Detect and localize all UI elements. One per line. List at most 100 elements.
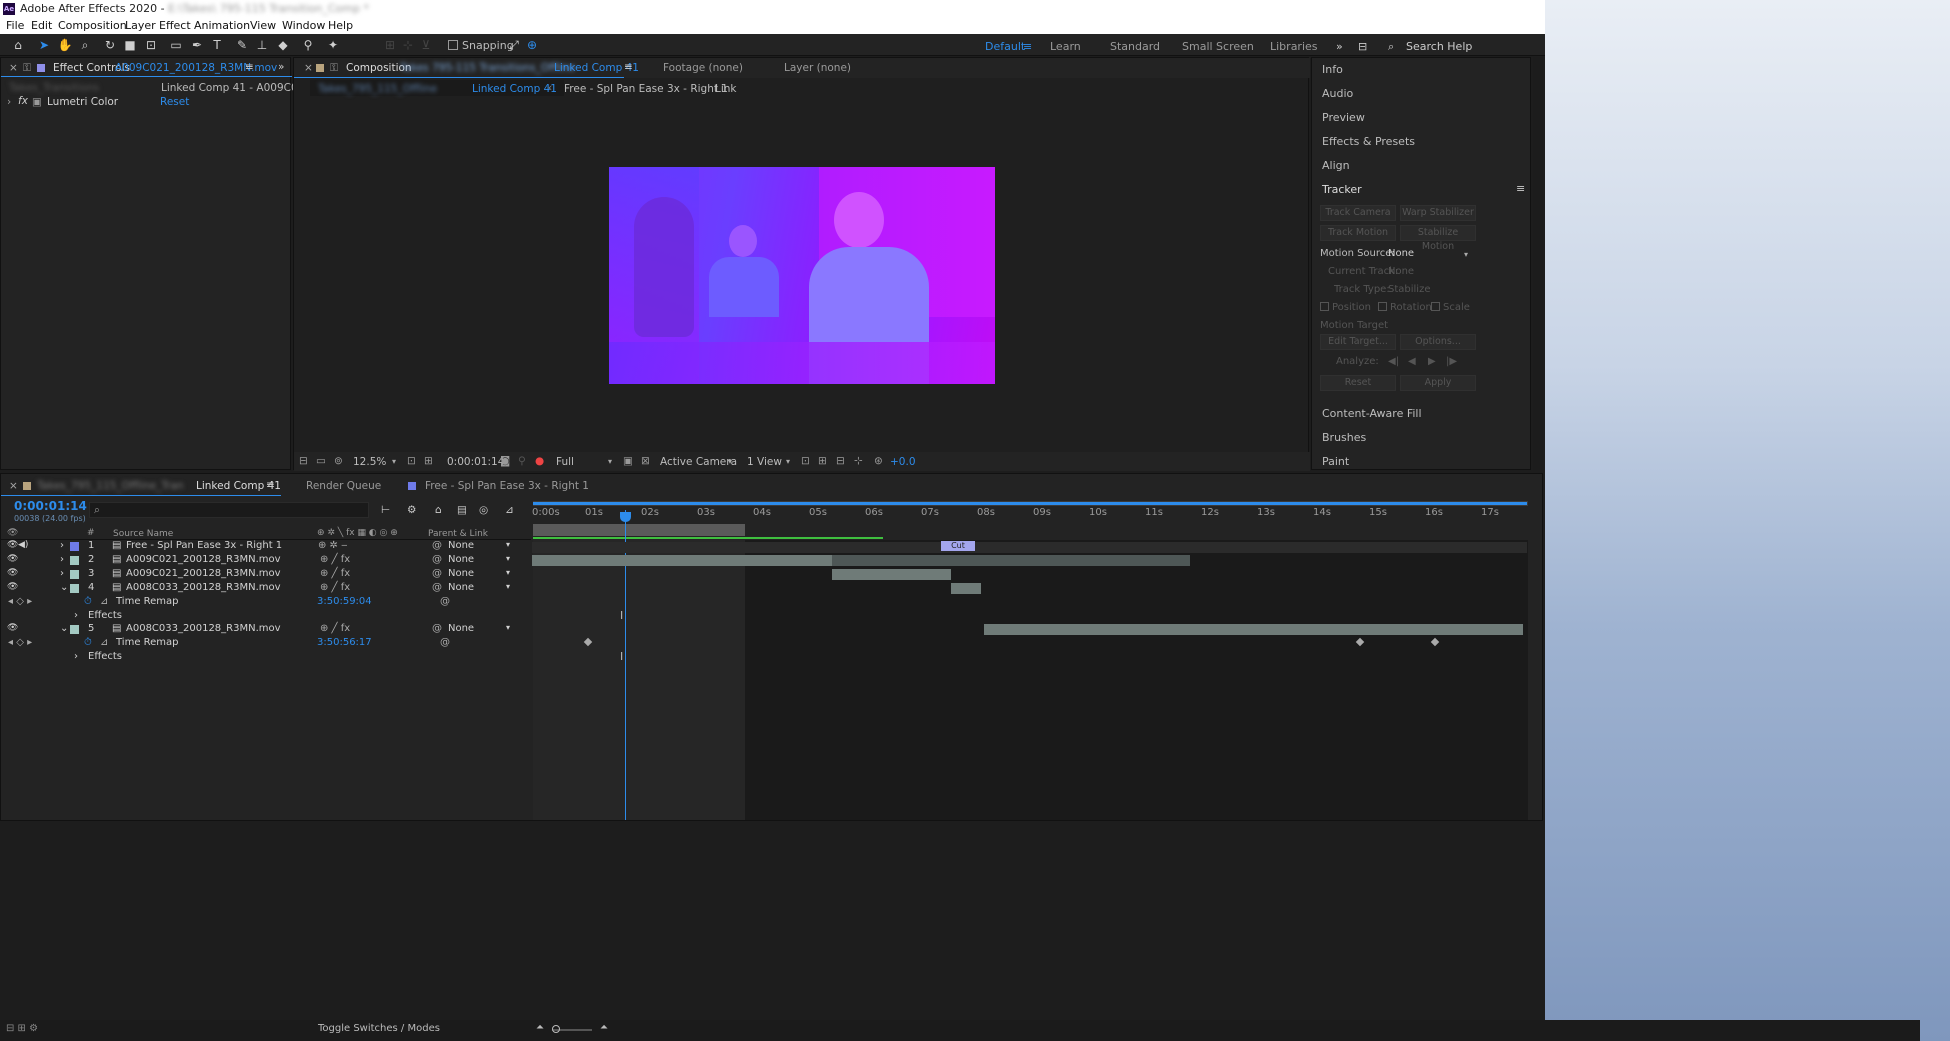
timeline-menu-icon[interactable]: ≡: [266, 479, 275, 491]
label-swatch[interactable]: [70, 556, 79, 565]
pan-behind-tool-icon[interactable]: ⊡: [143, 37, 159, 53]
motion-blur-icon[interactable]: ◎: [479, 504, 488, 516]
keyframe-nav-icon[interactable]: ◂ ◇ ▸: [8, 596, 32, 607]
breadcrumb-linked-comp[interactable]: Linked Comp 41: [472, 83, 557, 95]
menu-edit[interactable]: Edit: [31, 19, 52, 32]
tracker-menu-icon[interactable]: ≡: [1516, 182, 1525, 195]
layer-name[interactable]: A009C021_200128_R3MN.mov: [126, 554, 281, 565]
pickwhip-icon[interactable]: @: [432, 568, 442, 579]
time-remap-row-5[interactable]: ◂ ◇ ▸ ⏱ ⊿ Time Remap 3:50:56:17 @: [4, 637, 528, 650]
eraser-tool-icon[interactable]: ◆: [275, 37, 291, 53]
breadcrumb-link[interactable]: Link: [715, 83, 737, 95]
brush-tool-icon[interactable]: ✎: [234, 37, 250, 53]
keyframe-nav-icon[interactable]: ◂ ◇ ▸: [8, 637, 32, 648]
label-swatch[interactable]: [70, 625, 79, 634]
time-remap-value[interactable]: 3:50:56:17: [317, 637, 372, 648]
flowchart-icon[interactable]: ⊹: [854, 455, 863, 467]
graph-icon[interactable]: ⊿: [100, 596, 108, 607]
work-area-bar[interactable]: [533, 524, 745, 536]
effects-group-row-4[interactable]: › Effects: [4, 610, 528, 623]
menu-view[interactable]: View: [250, 19, 276, 32]
label-swatch[interactable]: [70, 570, 79, 579]
type-tool-icon[interactable]: T: [209, 37, 225, 53]
expression-pickwhip-icon[interactable]: @: [440, 637, 450, 648]
comp-mini-flowchart-icon[interactable]: ⊢: [381, 504, 390, 516]
workspace-default[interactable]: Default: [985, 40, 1025, 53]
close-tab-icon[interactable]: ×: [9, 62, 18, 74]
visibility-icon[interactable]: 👁: [7, 623, 18, 633]
always-preview-icon[interactable]: ⊟: [299, 455, 308, 467]
transparency-grid-icon[interactable]: ⊠: [641, 455, 650, 467]
visibility-icon[interactable]: 👁: [7, 540, 18, 550]
visibility-icon[interactable]: 👁: [7, 554, 18, 564]
warp-stabilizer-button[interactable]: Warp Stabilizer: [1400, 205, 1476, 221]
panel-content-aware-fill[interactable]: Content-Aware Fill: [1322, 407, 1422, 420]
viewer-timecode[interactable]: 0:00:01:14: [447, 456, 504, 468]
layer-4-bar[interactable]: [951, 583, 981, 594]
analyze-forward-all-icon[interactable]: |▶: [1446, 356, 1457, 367]
camera-tool-icon[interactable]: ■: [122, 37, 138, 53]
menu-window[interactable]: Window: [282, 19, 325, 32]
layer-2-bar[interactable]: [532, 555, 832, 566]
position-checkbox[interactable]: [1320, 302, 1329, 311]
track-motion-button[interactable]: Track Motion: [1320, 225, 1396, 241]
parent-link-column[interactable]: Parent & Link: [428, 529, 488, 539]
panel-brushes[interactable]: Brushes: [1322, 431, 1366, 444]
label-swatch[interactable]: [70, 542, 79, 551]
search-help-input[interactable]: Search Help: [1406, 40, 1472, 53]
visibility-icon[interactable]: 👁: [7, 568, 18, 578]
workspace-standard[interactable]: Standard: [1110, 40, 1160, 53]
fit-icon[interactable]: ⊡: [407, 455, 416, 467]
stopwatch-icon[interactable]: ⏱: [84, 596, 92, 607]
timeline-search-input[interactable]: [89, 502, 369, 518]
pickwhip-icon[interactable]: @: [432, 582, 442, 593]
view-layout-select[interactable]: 1 View: [747, 456, 782, 468]
analyze-forward-icon[interactable]: ▶: [1428, 356, 1436, 367]
panel-audio[interactable]: Audio: [1322, 87, 1353, 100]
reset-exposure-icon[interactable]: ⊛: [874, 455, 883, 467]
time-remap-value[interactable]: 3:50:59:04: [317, 596, 372, 607]
zoom-level-select[interactable]: 12.5%: [353, 456, 386, 468]
layer-switches-icon[interactable]: ⊕ ╱ fx: [320, 582, 350, 593]
panel-paint[interactable]: Paint: [1322, 455, 1349, 468]
expand-arrow-icon[interactable]: ›: [74, 651, 78, 662]
pen-tool-icon[interactable]: ✒: [189, 37, 205, 53]
visibility-icon[interactable]: 👁: [7, 582, 18, 592]
roto-brush-tool-icon[interactable]: ⚲: [300, 37, 316, 53]
timeline-tab-third[interactable]: Free - Spl Pan Ease 3x - Right 1: [425, 480, 589, 492]
effect-reset-link[interactable]: Reset: [160, 96, 189, 108]
layer-row-2[interactable]: 👁 › 2 ▤ A009C021_200128_R3MN.mov ⊕ ╱ fx …: [4, 554, 528, 567]
comp-panel-menu-icon[interactable]: ≡: [624, 61, 633, 73]
zoom-slider-handle[interactable]: [552, 1025, 560, 1033]
snap-features-icon[interactable]: ⊕: [524, 37, 540, 53]
workspace-small-screen[interactable]: Small Screen: [1182, 40, 1254, 53]
parent-select[interactable]: None: [448, 568, 474, 579]
menu-animation[interactable]: Animation: [194, 19, 250, 32]
analyze-back-icon[interactable]: ◀: [1408, 356, 1416, 367]
comp-lock-icon[interactable]: ⚿: [330, 62, 338, 75]
audio-icon[interactable]: ◀): [18, 540, 28, 550]
rectangle-tool-icon[interactable]: ▭: [168, 37, 184, 53]
layer-2-bar-tail[interactable]: [832, 555, 1190, 566]
fx-icon[interactable]: fx: [18, 95, 28, 107]
exposure-value[interactable]: +0.0: [890, 456, 916, 468]
layer-tab[interactable]: Layer (none): [784, 62, 851, 74]
expand-arrow-icon[interactable]: ›: [60, 540, 64, 551]
home-icon[interactable]: ⌂: [10, 37, 26, 53]
tracker-title[interactable]: Tracker: [1322, 183, 1362, 196]
layer-switches-icon[interactable]: ⊕ ╱ fx: [320, 554, 350, 565]
frame-blending-icon[interactable]: ▤: [457, 504, 467, 516]
menu-effect[interactable]: Effect: [159, 19, 191, 32]
comp-close-tab-icon[interactable]: ×: [304, 62, 313, 74]
menu-layer[interactable]: Layer: [125, 19, 156, 32]
layer-row-4[interactable]: 👁 ⌄ 4 ▤ A008C033_200128_R3MN.mov ⊕ ╱ fx …: [4, 582, 528, 595]
layer-row-1[interactable]: 👁 ◀) › 1 ▤ Free - Spl Pan Ease 3x - Righ…: [4, 540, 528, 553]
resolution-select[interactable]: Full: [556, 456, 574, 468]
graph-editor-icon[interactable]: ⊿: [505, 504, 514, 516]
panel-menu-icon[interactable]: ≡: [245, 61, 254, 73]
layer-name[interactable]: A008C033_200128_R3MN.mov: [126, 623, 281, 634]
snap-edges-icon[interactable]: ⤢: [506, 37, 522, 53]
stopwatch-icon[interactable]: ⏱: [84, 637, 92, 648]
draft-3d-icon[interactable]: ⚙: [407, 504, 416, 516]
parent-select[interactable]: None: [448, 623, 474, 634]
